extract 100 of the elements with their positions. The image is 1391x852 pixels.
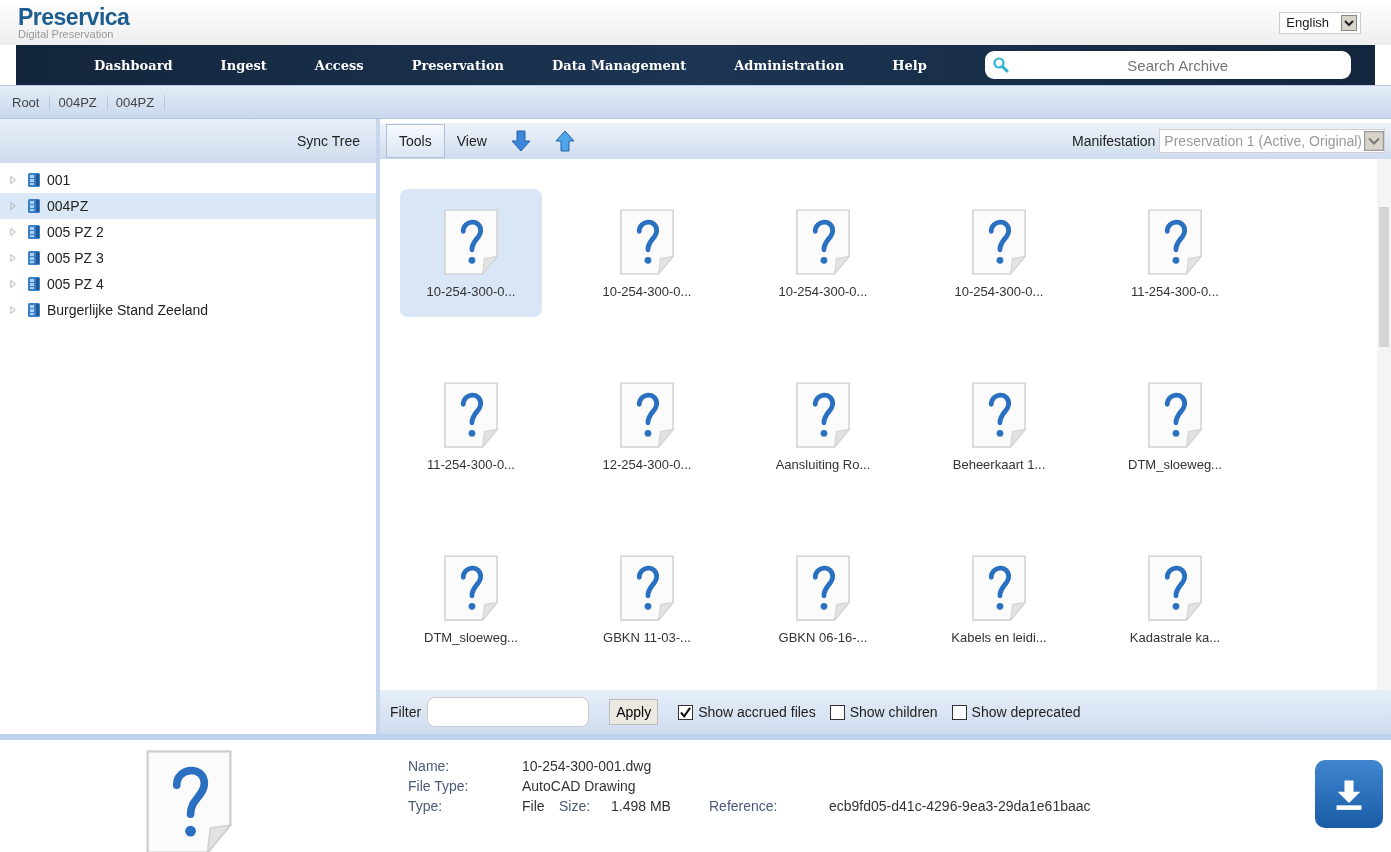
dropdown-icon xyxy=(1341,14,1357,31)
file-name: Beheerkaart 1... xyxy=(952,456,1046,472)
file-tile[interactable]: Kabels en leidi... xyxy=(928,535,1070,663)
manifestation-label: Manifestation xyxy=(1072,133,1156,149)
file-name: Aansluiting Ro... xyxy=(775,456,871,472)
file-name: DTM_sloeweg... xyxy=(424,629,518,645)
logo-title: Preservica xyxy=(18,5,130,29)
file-tile[interactable]: 10-254-300-0... xyxy=(400,189,542,317)
checkbox[interactable] xyxy=(951,704,967,720)
checkbox-label: Show deprecated xyxy=(971,704,1081,720)
folder-icon xyxy=(27,172,41,188)
checkbox[interactable] xyxy=(678,704,694,720)
file-name: Kadastrale ka... xyxy=(1129,629,1221,645)
expand-icon[interactable] xyxy=(10,175,17,185)
tree-item[interactable]: 005 PZ 2 xyxy=(0,219,376,245)
download-button[interactable] xyxy=(1315,760,1383,828)
apply-button[interactable]: Apply xyxy=(609,699,659,725)
tree-item[interactable]: 004PZ xyxy=(0,193,376,219)
file-tile[interactable]: Beheerkaart 1... xyxy=(928,362,1070,490)
arrow-down-icon[interactable] xyxy=(510,130,531,152)
file-name: 11-254-300-0... xyxy=(427,456,515,472)
sync-tree-button[interactable]: Sync Tree xyxy=(296,133,360,149)
nav-item[interactable]: Ingest xyxy=(220,57,267,73)
file-name: GBKN 06-16-... xyxy=(778,629,868,645)
unknown-file-icon xyxy=(618,553,676,622)
nav-item[interactable]: Access xyxy=(314,57,364,73)
file-tile[interactable]: 11-254-300-0... xyxy=(1104,189,1246,317)
folder-icon xyxy=(27,224,41,240)
expand-icon[interactable] xyxy=(10,227,17,237)
file-tile[interactable]: 12-254-300-0... xyxy=(576,362,718,490)
nav-item[interactable]: Dashboard xyxy=(94,57,173,73)
unknown-file-icon xyxy=(794,380,852,449)
expand-icon[interactable] xyxy=(10,201,17,211)
scrollbar[interactable] xyxy=(1377,159,1391,690)
language-select[interactable]: English xyxy=(1279,11,1361,34)
nav-item[interactable]: Preservation xyxy=(411,57,505,73)
nav-item[interactable]: Data Management xyxy=(552,57,687,73)
toolbar-tab[interactable]: View xyxy=(444,125,499,157)
unknown-file-icon xyxy=(442,207,500,276)
file-tile[interactable]: GBKN 06-16-... xyxy=(752,535,894,663)
unknown-file-icon xyxy=(442,380,500,449)
detail-value: File xyxy=(522,798,546,814)
expand-icon[interactable] xyxy=(10,305,17,315)
unknown-file-icon xyxy=(794,553,852,622)
unknown-file-icon xyxy=(970,207,1028,276)
file-name: GBKN 11-03-... xyxy=(603,629,691,645)
file-name: 10-254-300-0... xyxy=(954,283,1044,299)
file-tile[interactable]: Kadastrale ka... xyxy=(1104,535,1246,663)
nav-item[interactable]: Help xyxy=(892,57,927,73)
file-name: 12-254-300-0... xyxy=(602,456,692,472)
file-tile[interactable]: DTM_sloeweg... xyxy=(400,535,542,663)
nav-item[interactable]: Administration xyxy=(734,57,845,73)
file-name: 10-254-300-0... xyxy=(426,283,516,299)
search-field[interactable]: Search Archive xyxy=(984,51,1351,79)
folder-icon xyxy=(27,198,41,214)
filter-label: Filter xyxy=(390,704,422,720)
unknown-file-icon xyxy=(970,553,1028,622)
breadcrumb-item[interactable]: 004PZ xyxy=(58,94,108,110)
file-name: Kabels en leidi... xyxy=(951,629,1047,645)
file-tile[interactable]: 10-254-300-0... xyxy=(752,189,894,317)
file-tile[interactable]: DTM_sloeweg... xyxy=(1104,362,1246,490)
checkbox-label: Show accrued files xyxy=(698,704,816,720)
detail-value: AutoCAD Drawing xyxy=(522,778,636,794)
arrow-up-icon[interactable] xyxy=(554,130,575,152)
file-tile[interactable]: 11-254-300-0... xyxy=(400,362,542,490)
detail-value: 1.498 MB xyxy=(611,798,672,814)
tree-item[interactable]: 001 xyxy=(0,167,376,193)
file-tile[interactable]: 10-254-300-0... xyxy=(576,189,718,317)
unknown-file-icon xyxy=(618,207,676,276)
unknown-file-icon xyxy=(794,207,852,276)
expand-icon[interactable] xyxy=(10,253,17,263)
breadcrumb-item[interactable]: Root xyxy=(12,94,51,110)
file-name: 10-254-300-0... xyxy=(778,283,868,299)
checkbox[interactable] xyxy=(829,704,845,720)
tree-item[interactable]: 005 PZ 3 xyxy=(0,245,376,271)
breadcrumb-item[interactable]: 004PZ xyxy=(115,94,166,110)
filter-field[interactable] xyxy=(427,697,590,727)
detail-value: ecb9fd05-d41c-4296-9ea3-29da1e61baac xyxy=(829,798,1091,814)
dropdown-icon xyxy=(1364,130,1384,152)
logo-subtitle: Digital Preservation xyxy=(18,28,115,40)
file-tile[interactable]: Aansluiting Ro... xyxy=(752,362,894,490)
detail-label: Reference: xyxy=(709,798,779,814)
unknown-file-icon xyxy=(1146,553,1204,622)
tree-item[interactable]: 005 PZ 4 xyxy=(0,271,376,297)
unknown-file-icon xyxy=(618,380,676,449)
unknown-file-icon xyxy=(1146,207,1204,276)
file-tile[interactable]: 10-254-300-0... xyxy=(928,189,1070,317)
folder-icon xyxy=(27,250,41,266)
detail-label: Size: xyxy=(559,798,592,814)
file-tile[interactable]: GBKN 11-03-... xyxy=(576,535,718,663)
unknown-file-icon xyxy=(1146,380,1204,449)
tree-item[interactable]: Burgerlijke Stand Zeeland xyxy=(0,297,376,323)
expand-icon[interactable] xyxy=(10,279,17,289)
folder-icon xyxy=(27,302,41,318)
unknown-file-icon xyxy=(442,553,500,622)
toolbar-tab[interactable]: Tools xyxy=(386,124,445,158)
detail-label: Name: xyxy=(408,758,451,774)
checkbox-label: Show children xyxy=(849,704,938,720)
unknown-file-icon xyxy=(970,380,1028,449)
file-name: DTM_sloeweg... xyxy=(1128,456,1222,472)
